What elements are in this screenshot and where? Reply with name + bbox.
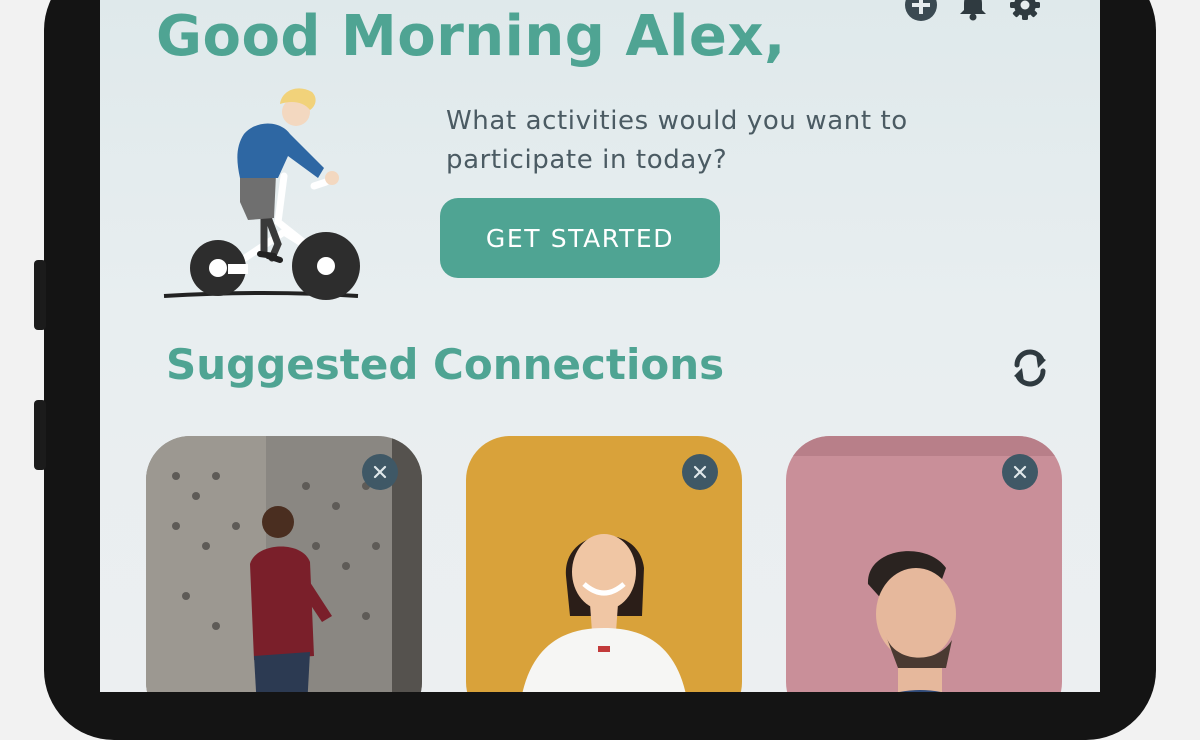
phone-side-button (34, 260, 46, 330)
close-icon (1013, 465, 1027, 479)
refresh-icon[interactable] (1008, 346, 1052, 390)
connection-card[interactable] (146, 436, 422, 692)
close-icon (373, 465, 387, 479)
dismiss-button[interactable] (682, 454, 718, 490)
dismiss-button[interactable] (1002, 454, 1038, 490)
phone-side-button (34, 400, 46, 470)
dismiss-button[interactable] (362, 454, 398, 490)
close-icon (693, 465, 707, 479)
greeting-heading: Good Morning Alex, (156, 4, 786, 69)
suggested-connections-heading: Suggested Connections (166, 340, 725, 389)
connection-card[interactable] (786, 436, 1062, 692)
activity-prompt: What activities would you want to partic… (446, 106, 908, 175)
gear-icon[interactable] (1006, 0, 1044, 24)
app-screen: Good Morning Alex, What activities would… (100, 0, 1100, 692)
cyclist-illustration (156, 82, 376, 308)
top-toolbar (902, 0, 1044, 24)
bell-icon[interactable] (954, 0, 992, 24)
get-started-button[interactable]: GET STARTED (440, 198, 720, 278)
connection-card[interactable] (466, 436, 742, 692)
add-icon[interactable] (902, 0, 940, 24)
